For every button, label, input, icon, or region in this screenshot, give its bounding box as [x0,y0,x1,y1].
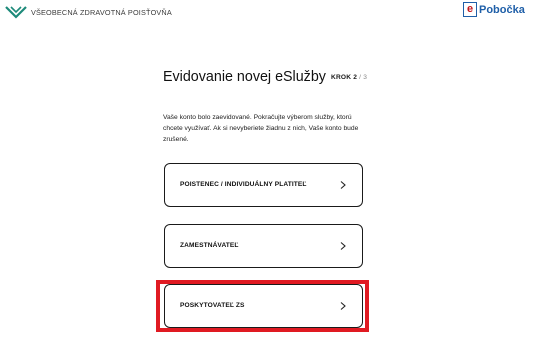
option-zamestnavatel-button[interactable]: ZAMESTNÁVATEĽ [164,224,363,268]
step-label: KROK 2 [331,74,358,81]
step-indicator: KROK 2 / 3 [331,74,367,81]
header: VŠEOBECNÁ ZDRAVOTNÁ POISŤOVŇA e Pobočka [0,0,535,26]
step-total: 3 [363,74,368,81]
option-poistenec-button[interactable]: POISTENEC / INDIVIDUÁLNY PLATITEĽ [164,163,363,207]
vszp-logo-icon [5,6,27,19]
vszp-logo[interactable]: VŠEOBECNÁ ZDRAVOTNÁ POISŤOVŇA [5,5,172,19]
chevron-right-icon [340,181,346,189]
epobocka-label: Pobočka [479,3,525,16]
epobocka-icon: e [463,2,477,17]
highlight-frame [156,280,369,332]
step-separator: / [359,74,362,81]
page-description: Vaše konto bolo zaevidované. Pokračujte … [163,114,359,143]
page-title: Evidovanie novej eSlužby [163,69,326,85]
option-label: POISTENEC / INDIVIDUÁLNY PLATITEĽ [180,181,307,188]
epobocka-logo[interactable]: e Pobočka [463,2,525,17]
logo-text: VŠEOBECNÁ ZDRAVOTNÁ POISŤOVŇA [31,7,172,17]
chevron-right-icon [340,242,346,250]
option-label: ZAMESTNÁVATEĽ [180,242,239,249]
